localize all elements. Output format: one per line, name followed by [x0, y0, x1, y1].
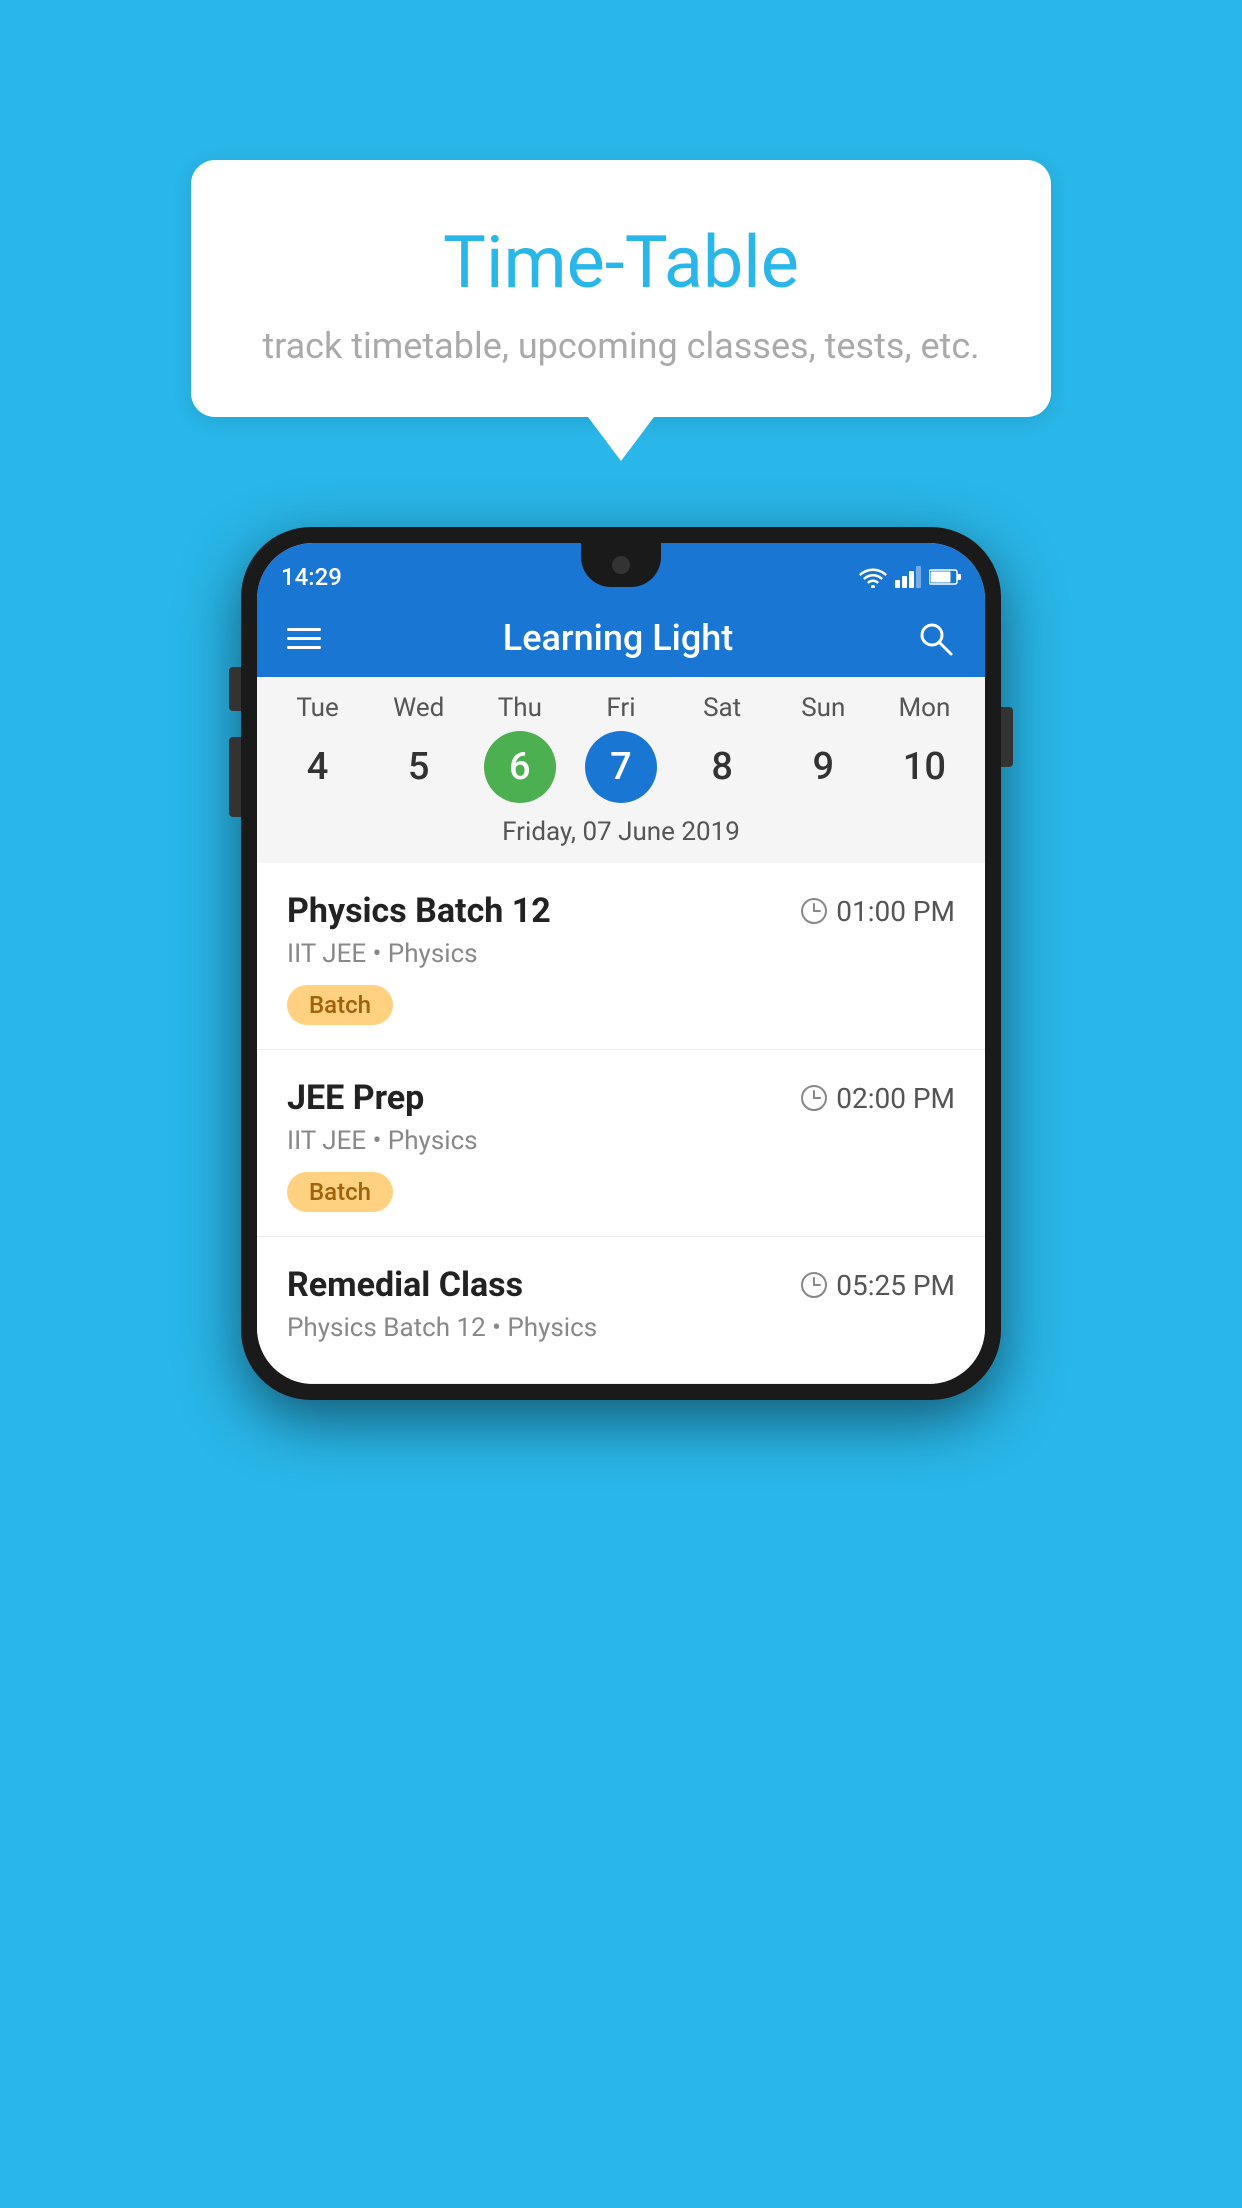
volume-down-button: [229, 737, 241, 817]
schedule-item[interactable]: JEE Prep 02:00 PM IIT JEE • Physics Batch: [257, 1050, 985, 1237]
power-button: [1001, 707, 1013, 767]
schedule-time-text: 01:00 PM: [836, 895, 955, 928]
day-col[interactable]: Thu 6: [475, 693, 565, 803]
days-row: Tue 4 Wed 5 Thu 6 Fri 7 Sat 8 Sun 9 Mon 10: [257, 693, 985, 803]
app-header: Learning Light: [257, 599, 985, 677]
clock-icon: [800, 897, 828, 925]
schedule-item-header: Physics Batch 12 01:00 PM: [287, 891, 955, 931]
day-number[interactable]: 8: [686, 731, 758, 803]
tooltip-subtitle: track timetable, upcoming classes, tests…: [251, 325, 991, 367]
day-col[interactable]: Tue 4: [273, 693, 363, 803]
batch-badge: Batch: [287, 985, 393, 1025]
phone-screen: 14:29: [257, 543, 985, 1384]
day-label: Wed: [393, 693, 444, 723]
volume-up-button: [229, 667, 241, 711]
selected-date-label: Friday, 07 June 2019: [257, 803, 985, 863]
search-icon: [917, 620, 953, 656]
day-number[interactable]: 5: [383, 731, 455, 803]
schedule-subtitle: IIT JEE • Physics: [287, 939, 955, 969]
day-number[interactable]: 4: [282, 731, 354, 803]
day-col[interactable]: Mon 10: [879, 693, 969, 803]
schedule-time: 01:00 PM: [800, 895, 955, 928]
day-label: Tue: [296, 693, 338, 723]
clock-icon: [800, 1084, 828, 1112]
schedule-item[interactable]: Physics Batch 12 01:00 PM IIT JEE • Physi…: [257, 863, 985, 1050]
schedule-subtitle: Physics Batch 12 • Physics: [287, 1313, 955, 1343]
schedule-time: 02:00 PM: [800, 1082, 955, 1115]
wifi-icon: [859, 566, 887, 588]
schedule-item-title: Remedial Class: [287, 1265, 523, 1305]
day-label: Thu: [498, 693, 542, 723]
tooltip-title: Time-Table: [251, 220, 991, 305]
schedule-list: Physics Batch 12 01:00 PM IIT JEE • Physi…: [257, 863, 985, 1384]
tooltip-card: Time-Table track timetable, upcoming cla…: [191, 160, 1051, 417]
day-col[interactable]: Sat 8: [677, 693, 767, 803]
schedule-item[interactable]: Remedial Class 05:25 PM Physics Batch 12 …: [257, 1237, 985, 1384]
calendar-strip: Tue 4 Wed 5 Thu 6 Fri 7 Sat 8 Sun 9 Mon 10 Friday, 07…: [257, 677, 985, 863]
batch-badge: Batch: [287, 1172, 393, 1212]
phone-mockup: 14:29: [241, 527, 1001, 1400]
day-number[interactable]: 10: [888, 731, 960, 803]
app-title: Learning Light: [503, 617, 733, 659]
battery-icon: [929, 568, 961, 586]
phone-frame: 14:29: [241, 527, 1001, 1400]
schedule-item-header: Remedial Class 05:25 PM: [287, 1265, 955, 1305]
day-number[interactable]: 9: [787, 731, 859, 803]
day-col[interactable]: Sun 9: [778, 693, 868, 803]
status-time: 14:29: [281, 563, 342, 591]
day-label: Mon: [898, 693, 950, 723]
day-col[interactable]: Wed 5: [374, 693, 464, 803]
schedule-subtitle: IIT JEE • Physics: [287, 1126, 955, 1156]
status-icons: [859, 566, 961, 588]
day-label: Sun: [801, 693, 845, 723]
schedule-item-header: JEE Prep 02:00 PM: [287, 1078, 955, 1118]
day-number[interactable]: 6: [484, 731, 556, 803]
schedule-item-title: JEE Prep: [287, 1078, 424, 1118]
schedule-time: 05:25 PM: [800, 1269, 955, 1302]
schedule-time-text: 05:25 PM: [836, 1269, 955, 1302]
signal-icon: [895, 566, 921, 588]
clock-icon: [800, 1271, 828, 1299]
schedule-time-text: 02:00 PM: [836, 1082, 955, 1115]
day-number[interactable]: 7: [585, 731, 657, 803]
search-button[interactable]: [915, 618, 955, 658]
day-label: Sat: [703, 693, 741, 723]
day-label: Fri: [606, 693, 635, 723]
hamburger-menu-button[interactable]: [287, 628, 321, 649]
day-col[interactable]: Fri 7: [576, 693, 666, 803]
schedule-item-title: Physics Batch 12: [287, 891, 551, 931]
